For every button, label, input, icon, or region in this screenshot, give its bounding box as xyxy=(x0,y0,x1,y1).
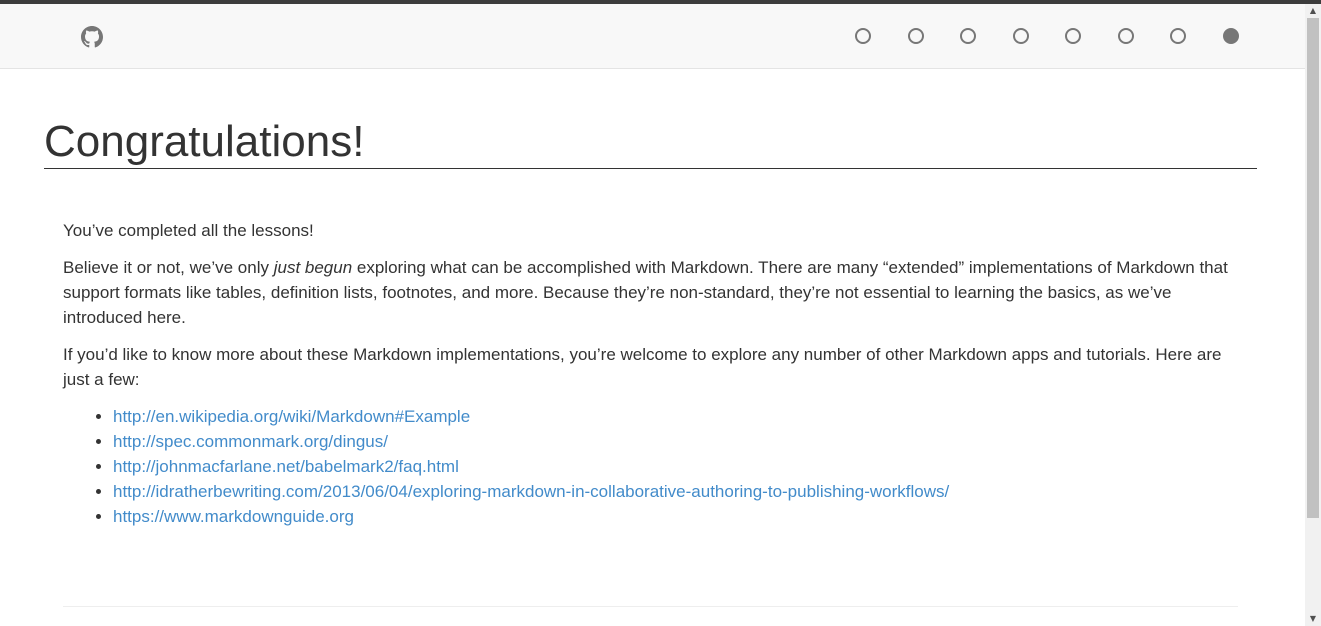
link-markdownguide[interactable]: https://www.markdownguide.org xyxy=(113,507,354,526)
list-item: http://johnmacfarlane.net/babelmark2/faq… xyxy=(113,454,1243,479)
list-item: http://spec.commonmark.org/dingus/ xyxy=(113,429,1243,454)
lesson-dot-2[interactable] xyxy=(908,28,924,44)
lesson-dot-6[interactable] xyxy=(1118,28,1134,44)
lesson-dot-1[interactable] xyxy=(855,28,871,44)
paragraph-text-start: Believe it or not, we’ve only xyxy=(63,258,274,277)
lesson-dot-4[interactable] xyxy=(1013,28,1029,44)
navbar xyxy=(0,4,1305,69)
link-wikipedia-markdown[interactable]: http://en.wikipedia.org/wiki/Markdown#Ex… xyxy=(113,407,470,426)
lesson-dot-3[interactable] xyxy=(960,28,976,44)
scrollbar-thumb[interactable] xyxy=(1307,18,1319,518)
intro-text: You’ve completed all the lessons! xyxy=(63,221,314,240)
emphasis-text: just begun xyxy=(273,258,353,277)
github-icon[interactable] xyxy=(81,26,103,48)
lesson-dot-8[interactable] xyxy=(1223,28,1239,44)
lesson-content: You’ve completed all the lessons! Believ… xyxy=(63,218,1243,529)
link-babelmark[interactable]: http://johnmacfarlane.net/babelmark2/faq… xyxy=(113,457,459,476)
github-icon-glyph xyxy=(81,26,103,48)
lesson-dot-5[interactable] xyxy=(1065,28,1081,44)
paragraph-extended-markdown: Believe it or not, we’ve only just begun… xyxy=(63,255,1243,330)
scroll-down-arrow-icon[interactable]: ▼ xyxy=(1305,612,1321,626)
list-item: http://idratherbewriting.com/2013/06/04/… xyxy=(113,479,1243,504)
page-title: Congratulations! xyxy=(44,118,1257,169)
vertical-scrollbar[interactable]: ▲ ▼ xyxy=(1305,4,1321,626)
footer-divider xyxy=(63,606,1238,607)
link-idratherbewriting[interactable]: http://idratherbewriting.com/2013/06/04/… xyxy=(113,482,949,501)
link-commonmark-dingus[interactable]: http://spec.commonmark.org/dingus/ xyxy=(113,432,388,451)
list-item: https://www.markdownguide.org xyxy=(113,504,1243,529)
lesson-dot-7[interactable] xyxy=(1170,28,1186,44)
paragraph-more-info: If you’d like to know more about these M… xyxy=(63,345,1222,389)
scroll-up-arrow-icon[interactable]: ▲ xyxy=(1305,4,1321,18)
resource-link-list: http://en.wikipedia.org/wiki/Markdown#Ex… xyxy=(63,404,1243,529)
list-item: http://en.wikipedia.org/wiki/Markdown#Ex… xyxy=(113,404,1243,429)
